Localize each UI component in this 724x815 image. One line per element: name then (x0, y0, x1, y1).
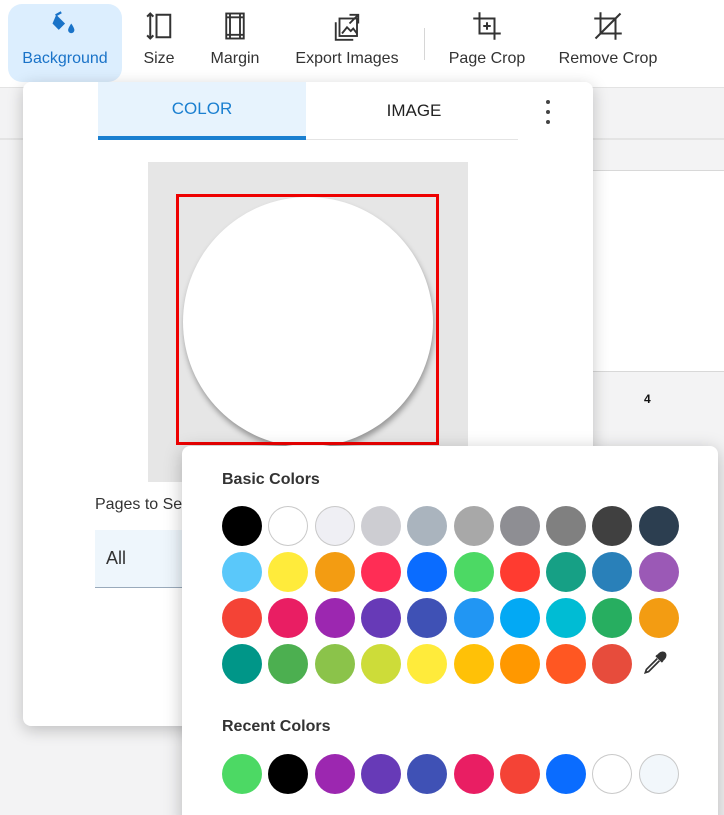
crop-off-icon (592, 10, 624, 42)
recent-color-swatch[interactable] (222, 754, 262, 794)
basic-color-swatch[interactable] (314, 644, 355, 684)
basic-color-swatch[interactable] (222, 552, 262, 592)
background-tabs: COLOR IMAGE (98, 82, 518, 140)
export-images-label: Export Images (295, 50, 399, 67)
basic-color-swatch[interactable] (546, 644, 587, 684)
recent-color-swatch[interactable] (407, 754, 448, 794)
basic-color-swatch[interactable] (453, 598, 494, 638)
size-button[interactable]: Size (132, 4, 186, 82)
basic-color-swatch[interactable] (268, 644, 309, 684)
basic-color-swatch[interactable] (546, 598, 587, 638)
recent-color-swatch[interactable] (314, 754, 355, 794)
basic-color-swatch[interactable] (638, 598, 679, 638)
page-number: 4 (644, 392, 651, 406)
basic-color-swatch[interactable] (499, 644, 540, 684)
background-label: Background (22, 50, 108, 67)
page-crop-button[interactable]: Page Crop (444, 4, 530, 82)
resize-vertical-icon (143, 10, 175, 42)
page-crop-label: Page Crop (448, 50, 526, 67)
background-button[interactable]: Background (8, 4, 122, 82)
basic-color-swatch[interactable] (638, 552, 679, 592)
basic-color-swatch[interactable] (453, 506, 494, 546)
basic-color-swatch[interactable] (546, 506, 587, 546)
basic-color-swatch[interactable] (499, 552, 540, 592)
margin-label: Margin (210, 50, 260, 67)
margin-button[interactable]: Margin (202, 4, 268, 82)
recent-color-swatch[interactable] (546, 754, 587, 794)
recent-colors-title: Recent Colors (222, 718, 331, 735)
basic-color-swatch[interactable] (499, 598, 540, 638)
color-picker-popover: Basic Colors Recent Colors (182, 446, 718, 815)
basic-color-swatch[interactable] (314, 598, 355, 638)
basic-color-swatch[interactable] (360, 598, 401, 638)
more-options-icon[interactable] (541, 100, 555, 124)
recent-color-swatch[interactable] (360, 754, 401, 794)
basic-color-swatch[interactable] (453, 644, 494, 684)
basic-color-swatch[interactable] (268, 598, 309, 638)
basic-color-swatch[interactable] (592, 552, 633, 592)
export-images-icon (331, 10, 363, 42)
basic-color-swatch[interactable] (222, 644, 262, 684)
margin-icon (219, 10, 251, 42)
document-page[interactable] (592, 170, 724, 372)
basic-colors-title: Basic Colors (222, 471, 320, 488)
basic-color-swatch[interactable] (592, 598, 633, 638)
toolbar-divider (424, 28, 425, 60)
basic-color-swatch[interactable] (314, 552, 355, 592)
basic-color-swatch[interactable] (453, 552, 494, 592)
basic-color-swatch[interactable] (407, 552, 448, 592)
basic-color-swatch[interactable] (499, 506, 540, 546)
recent-color-swatch[interactable] (499, 754, 540, 794)
basic-color-swatch[interactable] (360, 644, 401, 684)
basic-color-swatch[interactable] (222, 598, 262, 638)
basic-color-swatch[interactable] (268, 506, 309, 546)
pages-to-select-label: Pages to Se (95, 496, 183, 513)
crop-icon (471, 10, 503, 42)
basic-color-swatch[interactable] (546, 552, 587, 592)
remove-crop-label: Remove Crop (558, 50, 658, 67)
recent-color-swatch[interactable] (638, 754, 679, 794)
basic-color-swatch[interactable] (222, 506, 262, 546)
tab-color[interactable]: COLOR (98, 82, 306, 140)
recent-color-swatch[interactable] (592, 754, 633, 794)
pages-select-value: All (106, 548, 127, 568)
size-label: Size (143, 50, 175, 67)
tab-image[interactable]: IMAGE (310, 82, 518, 140)
basic-color-swatch[interactable] (638, 506, 679, 546)
pages-select[interactable]: All (95, 530, 195, 588)
basic-color-swatch[interactable] (592, 506, 633, 546)
basic-color-swatch[interactable] (360, 552, 401, 592)
eyedropper-icon[interactable] (634, 644, 674, 684)
highlight-box (176, 194, 439, 445)
recent-color-swatch[interactable] (453, 754, 494, 794)
basic-color-swatch[interactable] (407, 506, 448, 546)
export-images-button[interactable]: Export Images (290, 4, 404, 82)
basic-color-swatch[interactable] (314, 506, 355, 546)
remove-crop-button[interactable]: Remove Crop (554, 4, 662, 82)
toolbar: Background Size Margin Export Images Pag… (0, 0, 724, 88)
basic-color-swatch[interactable] (268, 552, 309, 592)
recent-color-swatch[interactable] (268, 754, 309, 794)
basic-color-swatch[interactable] (407, 644, 448, 684)
paint-bucket-icon (49, 10, 81, 42)
basic-color-swatch[interactable] (592, 644, 633, 684)
basic-color-swatch[interactable] (360, 506, 401, 546)
basic-color-swatch[interactable] (407, 598, 448, 638)
